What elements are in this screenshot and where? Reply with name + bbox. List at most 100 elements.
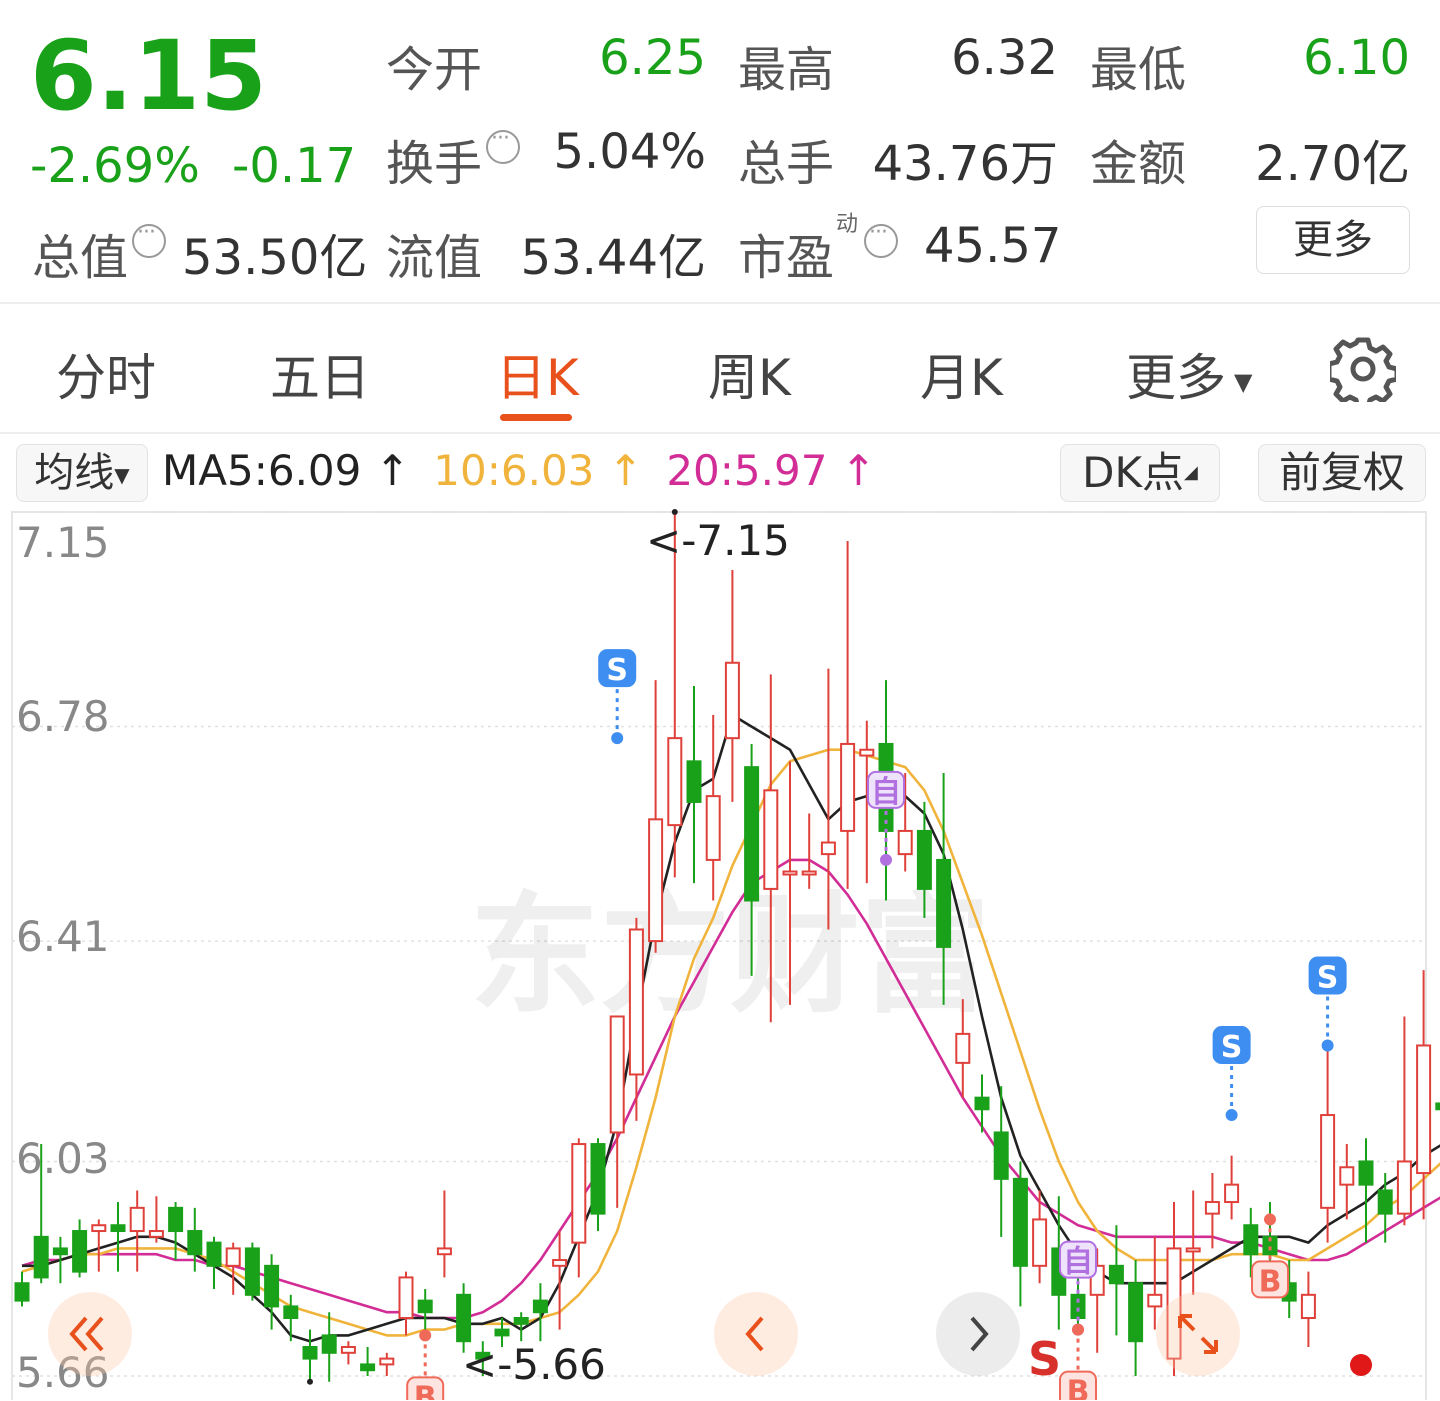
expand-icon	[1178, 1314, 1218, 1354]
candle	[244, 1242, 260, 1301]
candle-body	[590, 1143, 606, 1215]
next-button[interactable]	[936, 1292, 1020, 1376]
candle	[283, 1294, 299, 1342]
candle-body	[494, 1328, 510, 1337]
candle	[724, 569, 740, 802]
candle	[1128, 1260, 1144, 1376]
candle-body	[360, 1363, 376, 1372]
min-price-label: <-5.66	[462, 1340, 606, 1389]
candle-body	[840, 742, 856, 832]
header-divider	[0, 302, 1440, 304]
candle-body	[993, 1131, 1009, 1180]
caret-down-icon: ▼	[114, 463, 130, 487]
candle-body	[1108, 1264, 1124, 1285]
candle-body	[532, 1299, 548, 1314]
candle	[1224, 1155, 1240, 1220]
candle-body	[916, 829, 932, 890]
candle	[1320, 1039, 1336, 1243]
candle	[206, 1236, 222, 1290]
candle	[801, 813, 817, 889]
market-cap-value: 53.50亿	[182, 230, 368, 286]
candle-body	[340, 1346, 356, 1354]
candle-body	[72, 1230, 88, 1273]
candle-body	[744, 766, 760, 902]
more-button[interactable]: 更多	[1256, 206, 1410, 274]
marker-dot	[1225, 1109, 1238, 1122]
chevron-left-icon	[745, 1316, 764, 1352]
candle	[571, 1138, 587, 1278]
info-dots-icon[interactable]	[864, 220, 898, 258]
turnover-value: 5.04%	[553, 124, 706, 180]
info-dots-icon[interactable]	[132, 220, 166, 258]
adjust-button[interactable]: 前复权	[1258, 444, 1426, 502]
candle	[1300, 1271, 1316, 1348]
candle	[590, 1138, 606, 1232]
tab-more[interactable]: 更多 ▼	[1126, 338, 1252, 410]
tab-more-label: 更多	[1126, 349, 1226, 407]
high-label: 最高	[738, 42, 835, 98]
candle-body	[379, 1357, 395, 1366]
candle	[398, 1271, 414, 1336]
candle	[840, 540, 856, 889]
tab-intraday[interactable]: 分时	[56, 338, 156, 410]
marker-label: S	[1317, 960, 1339, 995]
tab-monthly-k[interactable]: 月K	[920, 338, 1003, 410]
candle-body	[705, 795, 721, 861]
marker-dot	[1264, 1213, 1276, 1226]
candle	[436, 1190, 452, 1278]
prev-button[interactable]	[714, 1292, 798, 1376]
dk-point-button[interactable]: DK点◢	[1060, 444, 1220, 502]
info-dots-icon[interactable]	[486, 126, 520, 164]
expand-button[interactable]	[1156, 1292, 1240, 1376]
candle	[974, 1074, 990, 1133]
buy-marker: B	[406, 1329, 445, 1400]
ma5-value: MA5:6.09	[162, 446, 362, 495]
candle-body	[398, 1276, 414, 1320]
candle-body	[936, 858, 952, 948]
candle-body	[168, 1206, 184, 1233]
dk-point-label: DK点	[1082, 448, 1185, 497]
candle-body	[1032, 1218, 1048, 1267]
tab-five-day[interactable]: 五日	[270, 338, 370, 410]
scroll-start-button[interactable]	[48, 1292, 132, 1376]
tabs-divider	[0, 432, 1440, 434]
amount-label: 金额	[1090, 136, 1187, 192]
candle-body	[456, 1293, 472, 1343]
market-cap-label: 总值	[32, 230, 129, 286]
buy-marker: B	[1059, 1323, 1097, 1400]
candle	[609, 1015, 625, 1208]
gear-icon[interactable]	[1326, 336, 1400, 411]
candle	[648, 680, 664, 953]
marker-dot	[1321, 1039, 1334, 1052]
marker-label: 自	[1063, 1245, 1093, 1280]
tab-weekly-k[interactable]: 周K	[708, 338, 791, 410]
marker-label: S	[1221, 1030, 1243, 1065]
chevron-right-icon	[970, 1316, 989, 1352]
candle	[14, 1271, 30, 1307]
candle-body	[129, 1206, 145, 1233]
float-cap-value: 53.44亿	[520, 230, 706, 286]
candle-body	[820, 841, 836, 856]
candle	[340, 1341, 356, 1365]
candle	[1339, 1144, 1355, 1220]
ma-select-dropdown[interactable]: 均线▼	[16, 444, 148, 502]
candle	[1108, 1225, 1124, 1336]
candle-body	[1300, 1293, 1316, 1320]
candle-body	[225, 1247, 241, 1267]
last-price: 6.15	[30, 20, 267, 132]
candle-body	[52, 1247, 68, 1256]
ma20-arrow: ↑	[840, 446, 876, 495]
pe-superscript: 动	[836, 212, 859, 237]
tab-daily-k[interactable]: 日K	[496, 338, 579, 410]
change-amount: -0.17	[232, 138, 357, 194]
kline-chart[interactable]: 东方财富 BS自自BSBS	[0, 500, 1440, 1400]
low-label: 最低	[1090, 42, 1187, 98]
caret-down-icon: ▼	[1234, 367, 1253, 396]
sell-signal-label: S	[1028, 1332, 1062, 1386]
candle-body	[1128, 1282, 1144, 1343]
y-tick-label: 6.03	[16, 1134, 110, 1183]
candle-body	[801, 870, 817, 876]
candle	[72, 1219, 88, 1278]
candle-body	[686, 760, 702, 803]
open-label: 今开	[386, 42, 483, 98]
